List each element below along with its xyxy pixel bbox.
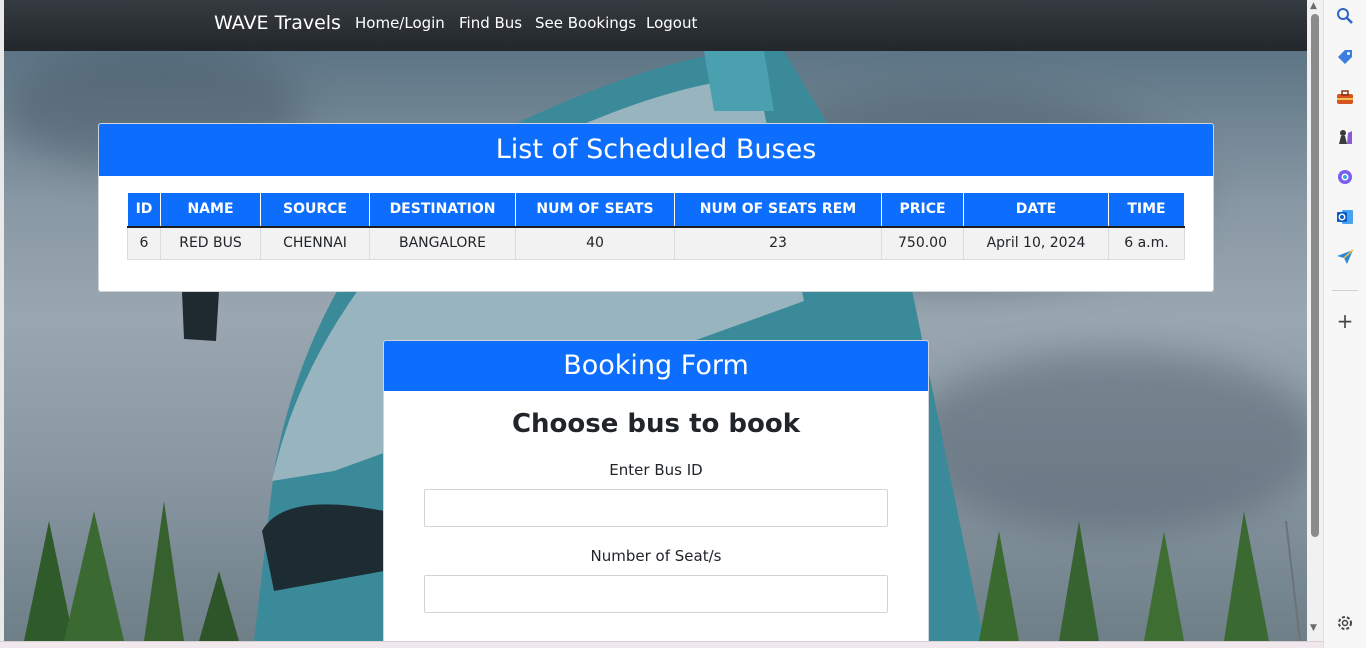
nav-home-login[interactable]: Home/Login — [355, 14, 445, 32]
column-header: SOURCE — [260, 192, 370, 228]
buses-table: ID NAME SOURCE DESTINATION NUM OF SEATS … — [127, 192, 1185, 260]
seats-label: Number of Seat/s — [590, 547, 722, 565]
booking-form-title: Booking Form — [384, 341, 928, 391]
chess-icon[interactable] — [1335, 127, 1355, 147]
bus-id-label: Enter Bus ID — [609, 461, 703, 479]
nav-see-bookings[interactable]: See Bookings — [535, 14, 636, 32]
cell-time: 6 a.m. — [1108, 226, 1185, 260]
tag-icon[interactable] — [1335, 47, 1355, 67]
cell-num-seats: 40 — [515, 226, 675, 260]
scheduled-buses-title: List of Scheduled Buses — [99, 124, 1213, 176]
scroll-down-arrow[interactable]: ▼ — [1310, 623, 1317, 633]
form-heading: Choose bus to book — [511, 409, 801, 439]
brand-logo[interactable]: WAVE Travels — [214, 12, 341, 34]
column-header: NAME — [160, 192, 261, 228]
search-icon[interactable] — [1335, 6, 1355, 26]
scroll-up-arrow[interactable]: ▲ — [1310, 1, 1317, 11]
booking-form-card: Booking Form Choose bus to book Enter Bu… — [383, 340, 929, 641]
column-header: NUM OF SEATS REM — [674, 192, 882, 228]
seats-input[interactable] — [424, 575, 888, 613]
cell-date: April 10, 2024 — [963, 226, 1109, 260]
column-header: PRICE — [881, 192, 964, 228]
cell-price: 750.00 — [881, 226, 964, 260]
cell-id: 6 — [127, 226, 161, 260]
bus-id-input[interactable] — [424, 489, 888, 527]
nav-find-bus[interactable]: Find Bus — [459, 14, 522, 32]
nav-logout[interactable]: Logout — [646, 14, 697, 32]
column-header: DESTINATION — [369, 192, 516, 228]
browser-bottom-edge — [0, 641, 1323, 648]
column-header: TIME — [1108, 192, 1185, 228]
scroll-thumb[interactable] — [1311, 14, 1319, 537]
send-icon[interactable] — [1335, 247, 1355, 267]
table-row: 6 RED BUS CHENNAI BANGALORE 40 23 750.00… — [127, 226, 1185, 260]
scheduled-buses-card: List of Scheduled Buses ID NAME SOURCE D… — [98, 123, 1214, 292]
column-header: ID — [127, 192, 161, 228]
cell-name: RED BUS — [160, 226, 261, 260]
plus-icon[interactable]: + — [1335, 311, 1355, 331]
page-scrollbar[interactable]: ▲ ▼ — [1307, 0, 1323, 641]
sidebar-divider — [1332, 290, 1358, 291]
web-page: WAVE Travels Home/Login Find Bus See Boo… — [4, 0, 1307, 641]
table-header-row: ID NAME SOURCE DESTINATION NUM OF SEATS … — [127, 192, 1185, 228]
cell-seats-remaining: 23 — [674, 226, 882, 260]
navbar: WAVE Travels Home/Login Find Bus See Boo… — [4, 0, 1307, 51]
settings-icon[interactable] — [1335, 613, 1355, 633]
column-header: DATE — [963, 192, 1109, 228]
copilot-icon[interactable] — [1335, 167, 1355, 187]
browser-sidebar: + — [1323, 0, 1366, 648]
outlook-icon[interactable] — [1335, 207, 1355, 227]
column-header: NUM OF SEATS — [515, 192, 675, 228]
cell-source: CHENNAI — [260, 226, 370, 260]
cell-destination: BANGALORE — [369, 226, 516, 260]
toolbox-icon[interactable] — [1335, 87, 1355, 107]
